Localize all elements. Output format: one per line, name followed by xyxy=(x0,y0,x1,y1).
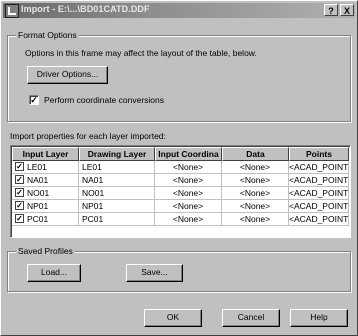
layer-checkbox[interactable]: ✓ xyxy=(15,175,24,184)
data-cell[interactable]: <None> xyxy=(222,200,289,213)
saved-profiles-title: Saved Profiles xyxy=(16,246,75,256)
table-header: Input Layer Drawing Layer Input Coordina… xyxy=(12,147,349,161)
drawing-layer-name: NA01 xyxy=(82,175,104,185)
drawing-layer-name: NP01 xyxy=(82,201,104,211)
layer-checkbox[interactable]: ✓ xyxy=(15,188,24,197)
input-layer-name: NP01 xyxy=(27,201,49,211)
layer-checkbox[interactable]: ✓ xyxy=(15,214,24,223)
cancel-button[interactable]: Cancel xyxy=(222,309,280,327)
drawing-layer-cell[interactable]: LE01 xyxy=(79,161,155,174)
drawing-layer-cell[interactable]: NO01 xyxy=(79,187,155,200)
perform-conversion-checkbox[interactable]: ✓ xyxy=(29,95,39,105)
format-options-group: Format Options Options in this frame may… xyxy=(7,30,351,122)
title-bar[interactable]: Import - E:\...\BD01CATD.DDF ? X xyxy=(3,3,355,18)
input-layer-cell[interactable]: ✓ PC01 xyxy=(12,213,79,226)
input-coordinate-cell[interactable]: <None> xyxy=(155,161,222,174)
drawing-layer-name: LE01 xyxy=(82,162,102,172)
input-coordinate-cell[interactable]: <None> xyxy=(155,200,222,213)
points-cell[interactable]: <ACAD_POINT> xyxy=(289,213,349,226)
drawing-layer-name: NO01 xyxy=(82,188,105,198)
table-row[interactable]: ✓ PC01 PC01 <None> <None> <ACAD_POINT> xyxy=(12,213,349,226)
ok-button[interactable]: OK xyxy=(144,309,202,327)
input-layer-cell[interactable]: ✓ NP01 xyxy=(12,200,79,213)
input-layer-name: NO01 xyxy=(27,188,50,198)
layer-checkbox[interactable]: ✓ xyxy=(15,162,24,171)
input-layer-name: LE01 xyxy=(27,162,47,172)
input-coordinate-cell[interactable]: <None> xyxy=(155,187,222,200)
saved-profiles-group: Saved Profiles Load... Save... xyxy=(7,246,351,292)
column-header-data[interactable]: Data xyxy=(222,147,289,161)
input-coordinate-cell[interactable]: <None> xyxy=(155,213,222,226)
table-row[interactable]: ✓ NO01 NO01 <None> <None> <ACAD_POINT> xyxy=(12,187,349,200)
table-row[interactable]: ✓ NP01 NP01 <None> <None> <ACAD_POINT> xyxy=(12,200,349,213)
column-header-points[interactable]: Points xyxy=(289,147,349,161)
column-header-drawing-layer[interactable]: Drawing Layer xyxy=(79,147,155,161)
input-layer-cell[interactable]: ✓ NO01 xyxy=(12,187,79,200)
table-row[interactable]: ✓ NA01 NA01 <None> <None> <ACAD_POINT> xyxy=(12,174,349,187)
drawing-layer-name: PC01 xyxy=(82,214,104,224)
close-button[interactable]: X xyxy=(340,4,354,16)
app-icon xyxy=(5,4,19,18)
points-cell[interactable]: <ACAD_POINT> xyxy=(289,200,349,213)
column-header-input-layer[interactable]: Input Layer xyxy=(12,147,79,161)
format-options-title: Format Options xyxy=(16,30,79,40)
help-button[interactable]: Help xyxy=(290,309,348,327)
input-layer-name: PC01 xyxy=(27,214,49,224)
points-cell[interactable]: <ACAD_POINT> xyxy=(289,174,349,187)
data-cell[interactable]: <None> xyxy=(222,213,289,226)
layer-table[interactable]: Input Layer Drawing Layer Input Coordina… xyxy=(10,145,351,238)
layer-checkbox[interactable]: ✓ xyxy=(15,201,24,210)
input-layer-cell[interactable]: ✓ NA01 xyxy=(12,174,79,187)
check-icon: ✓ xyxy=(30,95,38,105)
save-profile-button[interactable]: Save... xyxy=(126,264,183,282)
points-cell[interactable]: <ACAD_POINT> xyxy=(289,187,349,200)
drawing-layer-cell[interactable]: NA01 xyxy=(79,174,155,187)
table-row[interactable]: ✓ LE01 LE01 <None> <None> <ACAD_POINT> xyxy=(12,161,349,174)
drawing-layer-cell[interactable]: NP01 xyxy=(79,200,155,213)
input-layer-cell[interactable]: ✓ LE01 xyxy=(12,161,79,174)
perform-conversion-label: Perform coordinate conversions xyxy=(44,95,165,105)
help-title-button[interactable]: ? xyxy=(324,4,338,16)
data-cell[interactable]: <None> xyxy=(222,161,289,174)
driver-options-button[interactable]: Driver Options... xyxy=(27,66,108,84)
import-dialog: Import - E:\...\BD01CATD.DDF ? X Format … xyxy=(0,0,358,336)
input-coordinate-cell[interactable]: <None> xyxy=(155,174,222,187)
layers-heading: Import properties for each layer importe… xyxy=(10,131,166,141)
load-profile-button[interactable]: Load... xyxy=(27,264,81,282)
drawing-layer-cell[interactable]: PC01 xyxy=(79,213,155,226)
window-title: Import - E:\...\BD01CATD.DDF xyxy=(21,4,150,14)
column-header-input-coordinate[interactable]: Input Coordina xyxy=(155,147,222,161)
data-cell[interactable]: <None> xyxy=(222,187,289,200)
input-layer-name: NA01 xyxy=(27,175,49,185)
format-options-description: Options in this frame may affect the lay… xyxy=(25,48,257,58)
data-cell[interactable]: <None> xyxy=(222,174,289,187)
points-cell[interactable]: <ACAD_POINT> xyxy=(289,161,349,174)
